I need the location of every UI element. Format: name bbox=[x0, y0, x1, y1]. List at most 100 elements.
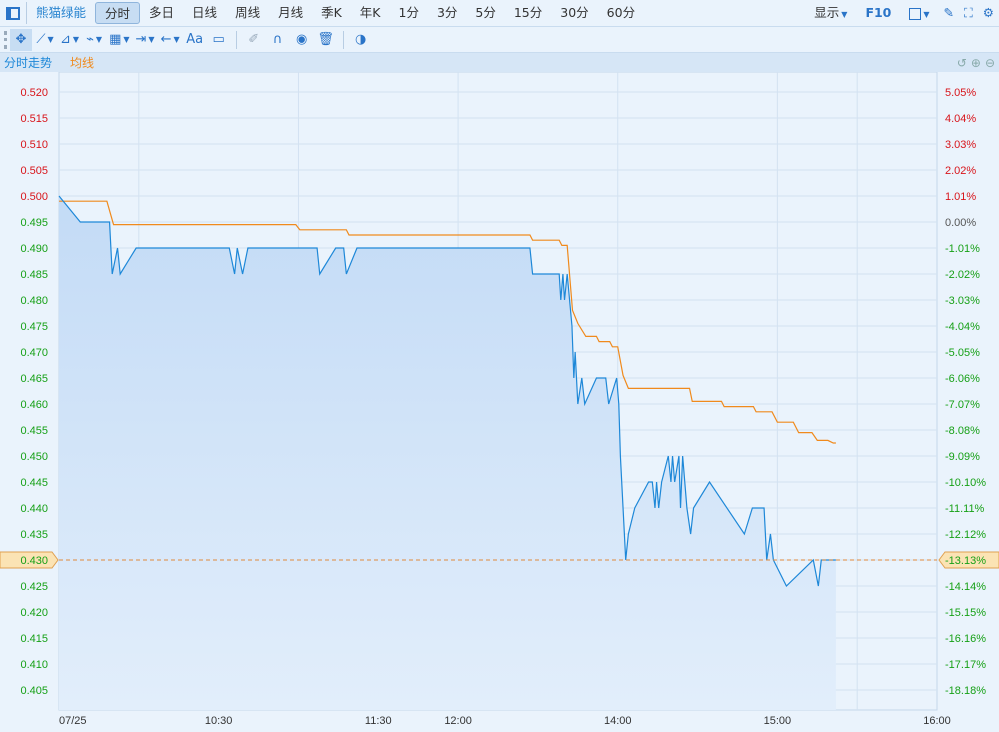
move-icon[interactable]: ✥ bbox=[10, 28, 32, 51]
drag-handle[interactable] bbox=[4, 30, 8, 49]
price-tick-label: 0.470 bbox=[20, 347, 48, 359]
time-tick-label: 16:00 bbox=[923, 715, 951, 727]
eraser-icon[interactable]: ✐ bbox=[243, 29, 265, 51]
tab-7[interactable]: 1分 bbox=[390, 2, 428, 24]
pct-tick-label: 0.00% bbox=[945, 217, 976, 229]
comment-icon[interactable]: ▭ bbox=[208, 29, 230, 51]
tab-0[interactable]: 分时 bbox=[95, 2, 141, 24]
tab-11[interactable]: 30分 bbox=[551, 2, 597, 24]
current-pct-label: -13.13% bbox=[945, 555, 986, 567]
trash-icon[interactable]: 🗑 bbox=[315, 29, 337, 51]
price-tick-label: 0.455 bbox=[20, 425, 48, 437]
pct-tick-label: -14.14% bbox=[945, 581, 986, 593]
display-label: 显示 bbox=[814, 5, 840, 20]
pct-tick-label: -16.16% bbox=[945, 633, 986, 645]
text-icon[interactable]: Aa bbox=[184, 29, 206, 51]
price-tick-label: 0.495 bbox=[20, 217, 48, 229]
price-tick-label: 0.410 bbox=[20, 659, 48, 671]
magnet-icon[interactable]: ∩ bbox=[267, 29, 289, 51]
divider bbox=[342, 30, 344, 49]
zoom-in-icon[interactable]: ⊕ bbox=[969, 56, 983, 70]
pct-tick-label: 5.05% bbox=[945, 87, 976, 99]
chevron-down-icon: ▼ bbox=[923, 10, 930, 19]
wave-icon[interactable]: ⌁ ▼ bbox=[83, 29, 105, 51]
tab-8[interactable]: 3分 bbox=[428, 2, 466, 24]
price-tick-label: 0.460 bbox=[20, 399, 48, 411]
legend-price: 分时走势 bbox=[4, 56, 53, 70]
chevron-down-icon: ▼ bbox=[841, 10, 848, 19]
tab-12[interactable]: 60分 bbox=[598, 2, 644, 24]
square-icon bbox=[909, 7, 922, 20]
chart-legend: 分时走势 均线 ↺ ⊕ ⊖ bbox=[0, 53, 999, 72]
period-toolbar: 熊猫绿能 分时 多日 日线 周线 月线 季K 年K 1分 3分 5分 15分 30分 60分 显示 ▼ F… bbox=[0, 0, 999, 27]
zoom-out-icon[interactable]: ⊖ bbox=[983, 56, 999, 70]
time-tick-label: 10:30 bbox=[205, 715, 233, 727]
settings-icon[interactable]: ⚙ bbox=[978, 2, 999, 24]
time-tick-label: 11:30 bbox=[365, 715, 392, 727]
price-tick-label: 0.445 bbox=[20, 477, 48, 489]
price-tick-label: 0.425 bbox=[20, 581, 48, 593]
pct-tick-label: -2.02% bbox=[945, 269, 980, 281]
pct-tick-label: 2.02% bbox=[945, 165, 976, 177]
price-tick-label: 0.515 bbox=[20, 113, 48, 125]
time-tick-label: 12:00 bbox=[444, 715, 472, 727]
pct-tick-label: -9.09% bbox=[945, 451, 980, 463]
legend-avg: 均线 bbox=[70, 56, 95, 70]
stock-name[interactable]: 熊猫绿能 bbox=[27, 2, 95, 24]
pct-tick-label: -12.12% bbox=[945, 529, 986, 541]
line-icon[interactable]: ⟋ ▼ bbox=[34, 29, 56, 51]
fib-icon[interactable]: ▦ ▼ bbox=[107, 29, 131, 51]
price-tick-label: 0.475 bbox=[20, 321, 48, 333]
price-tick-label: 0.500 bbox=[20, 191, 48, 203]
pct-tick-label: -5.05% bbox=[945, 347, 980, 359]
price-tick-label: 0.440 bbox=[20, 503, 48, 515]
tab-5[interactable]: 季K bbox=[312, 2, 351, 24]
pct-tick-label: -17.17% bbox=[945, 659, 986, 671]
tab-6[interactable]: 年K bbox=[351, 2, 390, 24]
measure-icon[interactable]: ⇥ ▼ bbox=[134, 29, 157, 51]
price-tick-label: 0.465 bbox=[20, 373, 48, 385]
sidebar-toggle-icon[interactable] bbox=[0, 2, 26, 24]
tab-10[interactable]: 15分 bbox=[505, 2, 551, 24]
drawing-toolbar: ✥ ⟋ ▼ ⊿ ▼ ⌁ ▼ ▦ ▼ ⇥ ▼ ← ▼ Aa ▭ ✐ ∩ ◉ 🗑 ◑ bbox=[0, 27, 999, 53]
polyline-icon[interactable]: ⊿ ▼ bbox=[58, 29, 81, 51]
pct-tick-label: -11.11% bbox=[945, 503, 985, 515]
display-dropdown[interactable]: 显示 ▼ bbox=[805, 2, 856, 24]
time-tick-label: 15:00 bbox=[764, 715, 792, 727]
pct-tick-label: -4.04% bbox=[945, 321, 980, 333]
tab-9[interactable]: 5分 bbox=[466, 2, 504, 24]
tab-1[interactable]: 多日 bbox=[140, 2, 183, 24]
price-tick-label: 0.450 bbox=[20, 451, 48, 463]
current-price-label: 0.430 bbox=[20, 555, 48, 567]
tab-2[interactable]: 日线 bbox=[183, 2, 226, 24]
f10-button[interactable]: F10 bbox=[856, 2, 900, 24]
price-tick-label: 0.480 bbox=[20, 295, 48, 307]
pen-icon[interactable]: ✎ bbox=[939, 2, 959, 24]
layout-dropdown[interactable]: ▼ bbox=[900, 2, 938, 24]
price-tick-label: 0.490 bbox=[20, 243, 48, 255]
fullscreen-icon[interactable]: ⛶ bbox=[959, 2, 978, 24]
pct-tick-label: 3.03% bbox=[945, 139, 976, 151]
pct-tick-label: -8.08% bbox=[945, 425, 980, 437]
price-tick-label: 0.415 bbox=[20, 633, 48, 645]
overlay-icon[interactable]: ◑ bbox=[350, 29, 372, 51]
arrow-icon[interactable]: ← ▼ bbox=[159, 29, 182, 51]
pct-tick-label: -15.15% bbox=[945, 607, 986, 619]
price-tick-label: 0.435 bbox=[20, 529, 48, 541]
pct-tick-label: -6.06% bbox=[945, 373, 980, 385]
price-tick-label: 0.420 bbox=[20, 607, 48, 619]
reset-icon[interactable]: ↺ bbox=[955, 56, 969, 70]
pct-tick-label: -10.10% bbox=[945, 477, 986, 489]
price-tick-label: 0.485 bbox=[20, 269, 48, 281]
pct-tick-label: -1.01% bbox=[945, 243, 980, 255]
price-tick-label: 0.520 bbox=[20, 87, 48, 99]
pct-tick-label: 1.01% bbox=[945, 191, 976, 203]
pct-tick-label: -7.07% bbox=[945, 399, 980, 411]
tab-4[interactable]: 月线 bbox=[269, 2, 312, 24]
price-tick-label: 0.505 bbox=[20, 165, 48, 177]
tab-3[interactable]: 周线 bbox=[226, 2, 269, 24]
price-tick-label: 0.510 bbox=[20, 139, 48, 151]
intraday-chart[interactable]: 0.520 5.05% 0.515 4.04% 0.510 3.03% 0.505 2.02%… bbox=[0, 72, 999, 732]
pct-tick-label: 4.04% bbox=[945, 113, 976, 125]
eye-icon[interactable]: ◉ bbox=[291, 29, 313, 51]
